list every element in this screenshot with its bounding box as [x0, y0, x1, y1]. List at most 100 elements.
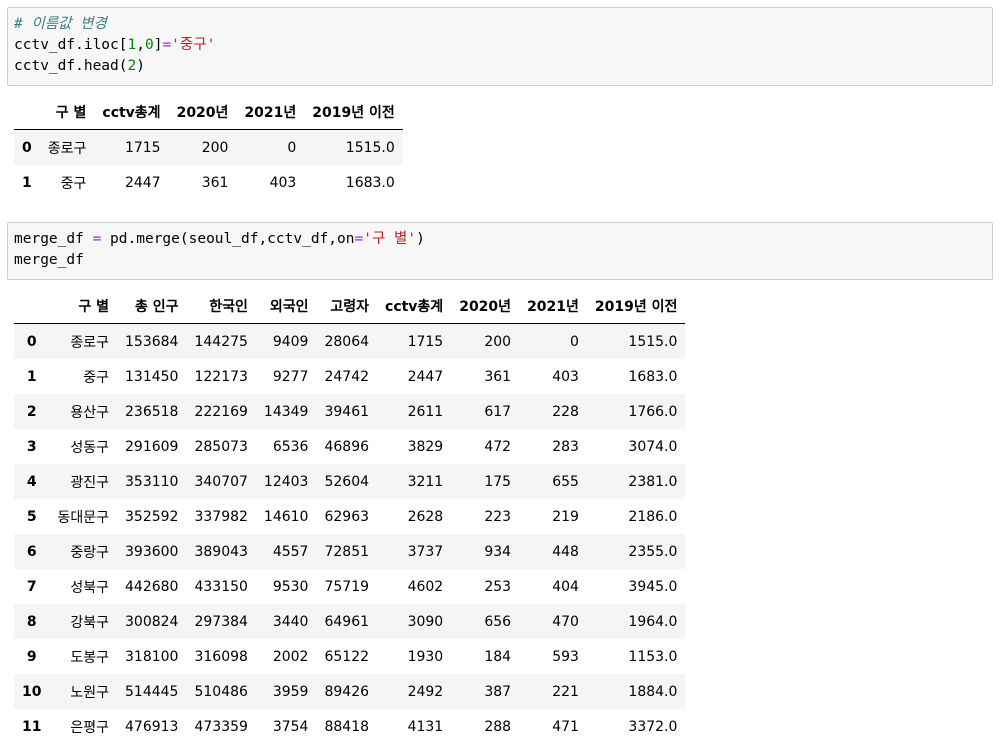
table-cell: 3090	[407, 613, 444, 630]
row-index: 0	[22, 139, 32, 156]
table-cell: 387	[484, 683, 512, 700]
table-cell: 종로구	[47, 140, 87, 157]
column-header: 2020년	[168, 94, 237, 130]
table-cell: 228	[552, 403, 579, 420]
column-header: 고령자	[316, 288, 378, 324]
table-cell: 6536	[272, 438, 309, 455]
table-row: 6 중랑구 393600 389043 4557 72851 3737 934 448 2355.…	[14, 534, 686, 569]
table-cell: 3211	[407, 473, 444, 490]
column-header: 2019년 이전	[586, 288, 686, 324]
table-cell: 1715	[407, 333, 444, 350]
table-cell: 39461	[324, 403, 370, 420]
table-cell: 52604	[324, 473, 370, 490]
code-comment: # 이름값 변경	[14, 16, 107, 32]
table-cell: 200	[484, 333, 512, 350]
column-header: 한국인	[186, 288, 256, 324]
table-cell: 253	[484, 578, 512, 595]
table-cell: 3737	[407, 543, 444, 560]
table-header-row: 구 별 cctv총계 2020년 2021년 2019년 이전	[14, 94, 403, 130]
table-row: 10 노원구 514445 510486 3959 89426 2492 387 221 1884…	[14, 674, 686, 709]
table-cell: 470	[552, 613, 579, 630]
table-cell: 1884.0	[628, 683, 678, 700]
table-cell: 14349	[263, 403, 309, 420]
table-cell: 4557	[272, 543, 309, 560]
table-cell: 433150	[194, 578, 248, 595]
table-cell: 2002	[272, 648, 309, 665]
table-row: 2 용산구 236518 222169 14349 39461 2611 617 228 1766…	[14, 394, 686, 429]
table-cell: 316098	[194, 648, 248, 665]
table-row: 3 성동구 291609 285073 6536 46896 3829 472 283 3074.…	[14, 429, 685, 464]
table-cell: 중랑구	[70, 544, 110, 561]
table-cell: 4602	[407, 578, 444, 595]
table-cell: 200	[201, 139, 229, 156]
column-header: 2021년	[519, 288, 587, 324]
table-header-row: 구 별총 인구 한국인 외국인 고령자 cctv총계 2020년 2021년 2019년 이전	[14, 288, 686, 324]
table-cell: 352592	[125, 508, 179, 525]
table-cell: 131450	[125, 368, 179, 385]
code-line-head: cctv_df.head(2)	[14, 58, 145, 74]
table-cell: 175	[484, 473, 512, 490]
table-cell: 중구	[83, 369, 110, 386]
table-cell: 291609	[125, 438, 179, 455]
row-index: 0	[26, 333, 37, 350]
table-cell: 광진구	[70, 474, 110, 491]
table-cell: 65122	[324, 648, 370, 665]
row-index: 2	[26, 403, 37, 420]
table-cell: 3440	[272, 613, 309, 630]
column-header: 2019년 이전	[304, 94, 403, 130]
table-cell: 361	[484, 368, 512, 385]
table-cell: 3959	[272, 683, 309, 700]
dataframe-merge: 구 별총 인구 한국인 외국인 고령자 cctv총계 2020년 2021년 2019년 이전…	[14, 288, 686, 744]
table-cell: 3074.0	[628, 438, 678, 455]
row-index: 7	[26, 578, 37, 595]
column-header: 외국인	[255, 288, 317, 324]
table-cell: 655	[552, 473, 579, 490]
table-cell: 72851	[324, 543, 370, 560]
table-cell: 0	[287, 139, 297, 156]
table-cell: 122173	[194, 368, 248, 385]
table-row: 9 도봉구 318100 316098 2002 65122 1930 184 593 1153.…	[14, 639, 685, 674]
table-cell: 617	[484, 403, 512, 420]
table-cell: 300824	[125, 613, 179, 630]
table-cell: 64961	[324, 613, 370, 630]
code-line-merge: merge_df = pd.merge(seoul_df,cctv_df,on=…	[14, 231, 425, 247]
table-cell: 중구	[60, 175, 87, 192]
table-cell: 2628	[407, 508, 444, 525]
table-cell: 1766.0	[628, 403, 678, 420]
table-cell: 219	[552, 508, 579, 525]
table-cell: 9409	[272, 333, 309, 350]
table-cell: 934	[484, 543, 512, 560]
column-header: 구 별	[39, 94, 95, 130]
table-cell: 성동구	[70, 439, 110, 456]
table-cell: 12403	[263, 473, 309, 490]
output-cctv-head: 구 별 cctv총계 2020년 2021년 2019년 이전 0 종로구 1715 200 0…	[14, 94, 403, 200]
table-cell: 2355.0	[628, 543, 678, 560]
table-cell: 2447	[124, 174, 161, 191]
table-cell: 404	[552, 578, 579, 595]
table-cell: 2447	[407, 368, 444, 385]
code-line-display: merge_df	[14, 252, 84, 268]
table-row: 1 중구 2447 361 403 1683.0	[14, 165, 403, 200]
code-cell-rename[interactable]: # 이름값 변경 cctv_df.iloc[1,0]='중구' cctv_df.…	[7, 7, 993, 86]
table-row: 7 성북구 442680 433150 9530 75719 4602 253 404 3945.…	[14, 569, 685, 604]
table-row: 0 종로구 1715 200 0 1515.0	[14, 129, 403, 165]
table-cell: 1964.0	[628, 613, 678, 630]
table-cell: 62963	[324, 508, 370, 525]
table-cell: 442680	[125, 578, 179, 595]
table-cell: 9530	[272, 578, 309, 595]
table-row: 8 강북구 300824 297384 3440 64961 3090 656 470 1964.…	[14, 604, 686, 639]
table-cell: 153684	[125, 333, 179, 350]
code-line-iloc: cctv_df.iloc[1,0]='중구'	[14, 37, 216, 53]
table-cell: 용산구	[70, 404, 110, 421]
table-cell: 593	[552, 648, 579, 665]
table-cell: 1515.0	[345, 139, 395, 156]
row-index: 1	[22, 174, 32, 191]
table-cell: 3829	[407, 438, 444, 455]
table-cell: 2611	[407, 403, 444, 420]
table-cell: 297384	[194, 613, 248, 630]
table-cell: 28064	[324, 333, 370, 350]
table-row: 4 광진구 353110 340707 12403 52604 3211 175 655 2381…	[14, 464, 686, 499]
row-index: 9	[26, 648, 37, 665]
code-cell-merge[interactable]: merge_df = pd.merge(seoul_df,cctv_df,on=…	[7, 222, 993, 280]
row-index: 8	[26, 613, 37, 630]
